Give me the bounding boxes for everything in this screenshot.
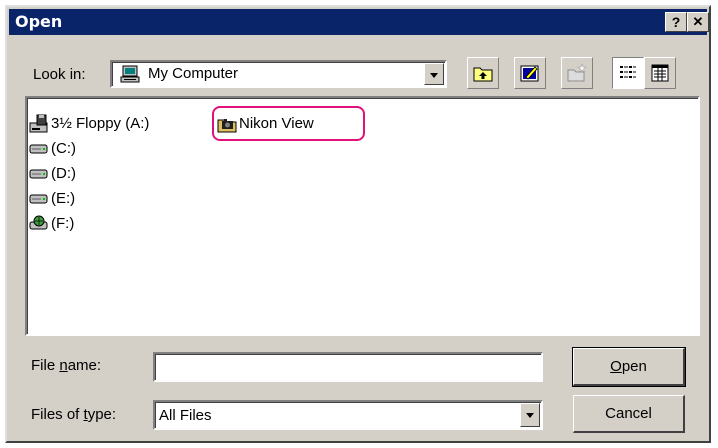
list-view-button[interactable] (612, 57, 644, 89)
cancel-button[interactable]: Cancel (573, 395, 685, 433)
list-item-label: (C:) (51, 140, 76, 157)
list-item-label: (F:) (51, 215, 75, 232)
hard-drive-icon (29, 169, 48, 179)
hard-drive-icon (29, 194, 48, 204)
file-type-combo[interactable]: All Files (153, 400, 543, 430)
up-one-level-icon (473, 67, 493, 82)
new-folder-button[interactable] (561, 57, 593, 89)
file-type-dropdown-arrow[interactable] (520, 403, 540, 427)
window-title: Open (15, 12, 63, 31)
list-item-label: (E:) (51, 190, 76, 207)
list-item-label: 3½ Floppy (A:) (51, 115, 150, 132)
network-drive-icon (29, 215, 48, 230)
look-in-label: Look in: (33, 66, 86, 83)
look-in-dropdown-arrow[interactable] (424, 63, 444, 85)
help-button[interactable]: ? (665, 12, 687, 32)
look-in-combo[interactable]: My Computer (110, 60, 447, 88)
my-computer-icon (120, 65, 140, 83)
look-in-value: My Computer (148, 65, 239, 82)
desktop-button[interactable] (514, 57, 546, 89)
open-button[interactable]: Open (572, 347, 686, 387)
floppy-drive-icon (29, 114, 48, 133)
details-view-button[interactable] (644, 57, 676, 89)
list-view-icon (620, 66, 636, 78)
desktop-icon (520, 65, 539, 82)
close-button[interactable]: ✕ (687, 12, 709, 32)
up-one-level-button[interactable] (467, 57, 499, 89)
file-type-label: Files of type: (31, 406, 117, 423)
list-item-label: (D:) (51, 165, 76, 182)
hard-drive-icon (29, 144, 48, 154)
nikon-view-highlight-callout (212, 106, 365, 141)
title-bar[interactable]: Open ? ✕ (9, 9, 709, 35)
file-name-input[interactable] (153, 352, 543, 382)
file-type-value: All Files (159, 407, 212, 424)
file-name-label: File name: (31, 357, 102, 374)
new-folder-icon (567, 63, 587, 82)
open-dialog: Open ? ✕ Look in: My Computer 3½ Floppy … (5, 5, 711, 443)
details-view-icon (651, 64, 669, 82)
